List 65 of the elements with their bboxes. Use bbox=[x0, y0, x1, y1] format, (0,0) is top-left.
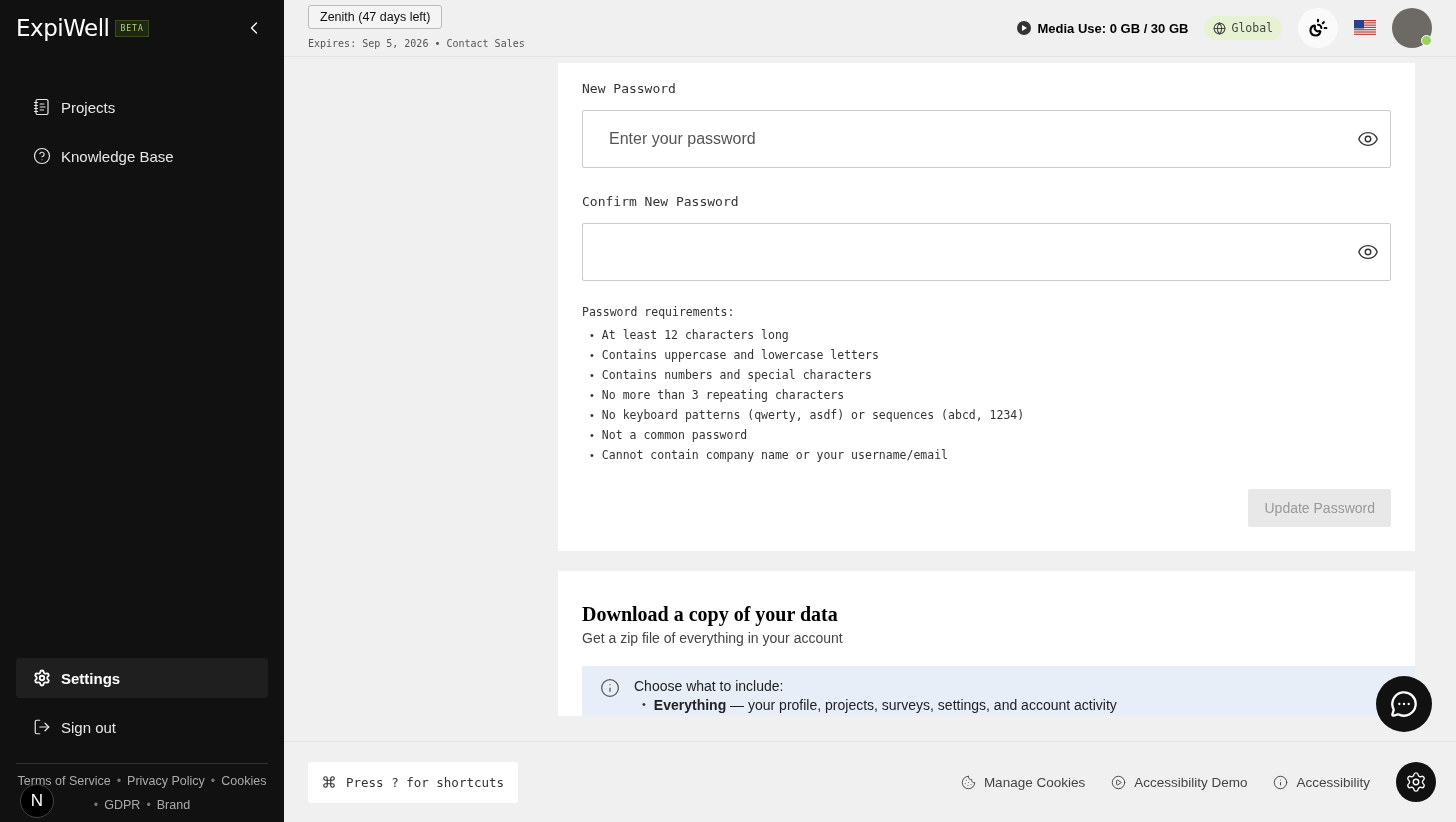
user-avatar[interactable] bbox=[1392, 8, 1432, 48]
legal-link[interactable]: GDPR bbox=[104, 798, 141, 812]
requirements-title: Password requirements: bbox=[582, 305, 736, 319]
requirement-item: No keyboard patterns (qwerty, asdf) or sequences (abcd, 1234) bbox=[601, 407, 1025, 423]
sidebar-nav-item[interactable]: Settings bbox=[16, 658, 268, 698]
footer-link[interactable]: Accessibility bbox=[1273, 774, 1370, 790]
requirement-item: Cannot contain company name or your username/email bbox=[601, 447, 949, 463]
section-title: Download a copy of your data bbox=[582, 603, 839, 626]
signout-icon bbox=[33, 718, 51, 736]
password-field[interactable] bbox=[582, 223, 1391, 281]
sidebar-nav-item[interactable]: Projects bbox=[16, 87, 268, 127]
password-field[interactable]: Enter your password bbox=[582, 110, 1391, 168]
bullet: • bbox=[590, 428, 594, 443]
flag-icon[interactable] bbox=[1354, 20, 1376, 36]
info-icon bbox=[600, 678, 620, 698]
online-status-dot bbox=[1421, 35, 1432, 46]
separator-dot: • bbox=[93, 798, 99, 812]
legal-link[interactable]: Cookies bbox=[221, 774, 267, 788]
legal-link[interactable]: Privacy Policy bbox=[127, 774, 205, 788]
beta-badge: BETA bbox=[115, 19, 149, 37]
settings-icon bbox=[1405, 771, 1427, 793]
settings-icon bbox=[33, 669, 51, 687]
app-logo: ExpiWell bbox=[16, 15, 110, 41]
media-use-text: Media Use: 0 GB / 30 GB bbox=[1037, 20, 1189, 36]
chat-bubble-icon bbox=[1390, 690, 1418, 718]
bullet: • bbox=[590, 328, 594, 343]
theme-toggle-button[interactable] bbox=[1298, 8, 1338, 48]
legal-link[interactable]: Brand bbox=[156, 798, 191, 812]
field-label: New Password bbox=[582, 81, 677, 96]
requirement-item: Contains numbers and special characters bbox=[601, 367, 872, 383]
info-title: Choose what to include: bbox=[634, 678, 785, 694]
bullet: • bbox=[590, 448, 594, 463]
chat-button[interactable] bbox=[1376, 676, 1432, 732]
cookies-icon bbox=[960, 774, 976, 790]
bullet: • bbox=[590, 348, 594, 363]
dev-tools-badge[interactable]: N bbox=[20, 784, 54, 818]
contact-sales-link[interactable]: Contact Sales bbox=[446, 38, 525, 49]
footer-link[interactable]: Accessibility Demo bbox=[1111, 774, 1248, 790]
footer-link[interactable]: Manage Cookies bbox=[960, 774, 1086, 790]
bullet: • bbox=[590, 408, 594, 423]
section-subtitle: Get a zip file of everything in your account bbox=[582, 630, 844, 646]
requirement-item: Contains uppercase and lowercase letters bbox=[601, 347, 879, 363]
info-icon bbox=[1273, 774, 1289, 790]
requirement-item: Not a common password bbox=[601, 427, 748, 443]
separator-dot: • bbox=[146, 798, 151, 812]
separator-dot: • bbox=[434, 38, 441, 49]
command-key-icon bbox=[322, 775, 336, 789]
plan-button[interactable]: Zenith (47 days left) bbox=[308, 5, 443, 29]
bullet: • bbox=[590, 388, 594, 403]
sidebar-nav-item[interactable]: Knowledge Base bbox=[16, 136, 268, 176]
sidebar-nav-item[interactable]: Sign out bbox=[16, 707, 268, 747]
separator-dot: • bbox=[116, 774, 122, 788]
bullet: • bbox=[642, 697, 646, 712]
requirement-item: No more than 3 repeating characters bbox=[601, 387, 845, 403]
expiry-text: Expires: Sep 5, 2026 bbox=[308, 38, 429, 49]
sun-moon-icon bbox=[1308, 18, 1328, 38]
separator-dot: • bbox=[210, 774, 216, 788]
settings-button[interactable] bbox=[1396, 762, 1436, 802]
include-option: Everything — your profile, projects, surveys, settings, and account activity bbox=[653, 696, 1117, 714]
requirement-item: At least 12 characters long bbox=[601, 327, 789, 343]
field-label: Confirm New Password bbox=[582, 194, 740, 209]
region-badge[interactable]: Global bbox=[1204, 16, 1282, 40]
shortcuts-button[interactable]: Press ? for shortcuts bbox=[308, 761, 519, 803]
bullet: • bbox=[590, 368, 594, 383]
play-icon bbox=[1017, 21, 1032, 35]
